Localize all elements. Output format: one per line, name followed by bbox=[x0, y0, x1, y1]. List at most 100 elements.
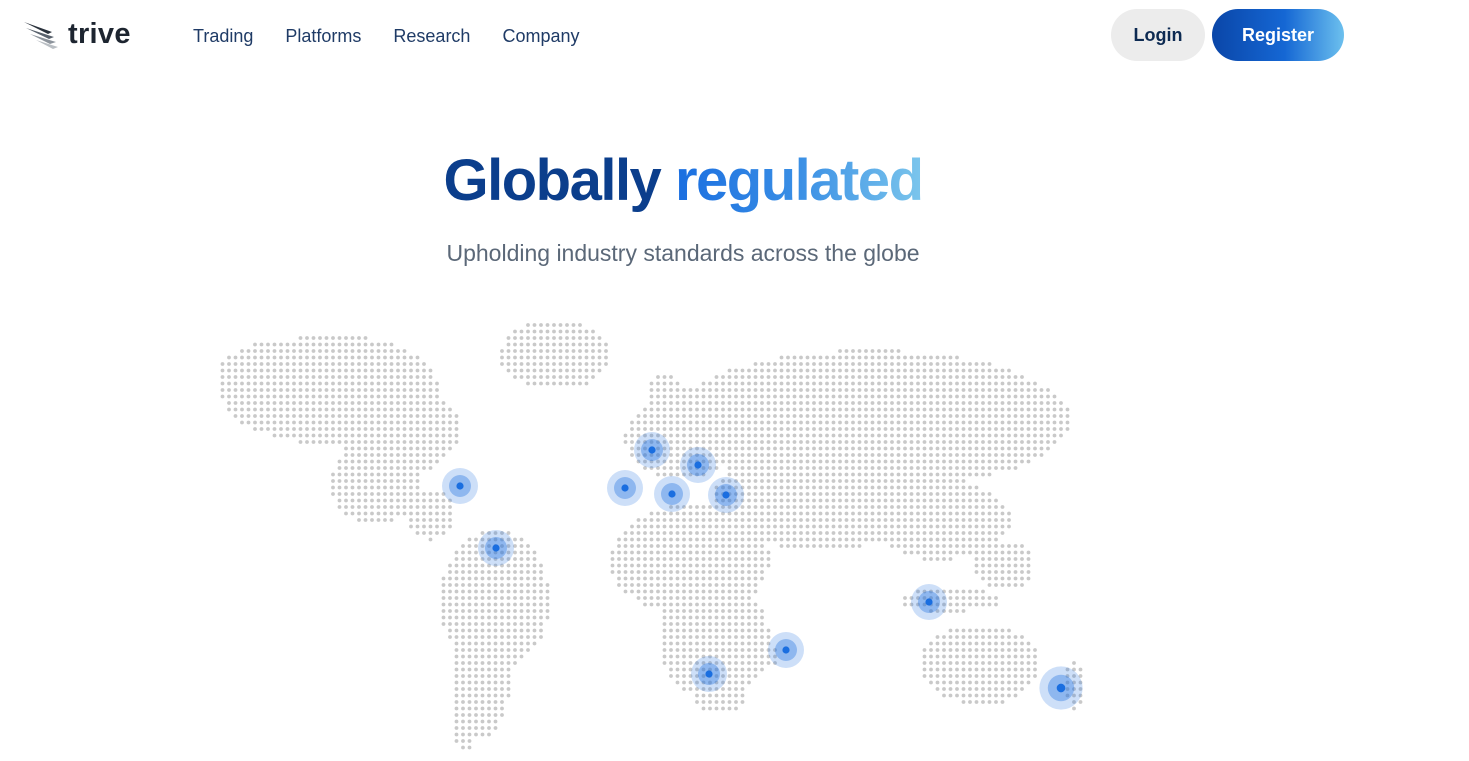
map-dot bbox=[396, 446, 400, 451]
map-dot bbox=[981, 570, 985, 574]
map-dot bbox=[942, 414, 946, 418]
location-marker-icon[interactable] bbox=[442, 468, 478, 504]
map-dot bbox=[779, 479, 784, 483]
map-dot bbox=[695, 544, 699, 548]
map-dot bbox=[877, 381, 881, 386]
map-dot bbox=[474, 615, 478, 620]
location-marker-icon[interactable] bbox=[680, 447, 716, 483]
map-dot bbox=[1013, 375, 1018, 379]
map-dot bbox=[682, 680, 686, 685]
map-dot bbox=[864, 524, 868, 529]
location-marker-icon[interactable] bbox=[708, 477, 744, 513]
map-dot bbox=[253, 342, 257, 347]
map-dot bbox=[942, 355, 946, 360]
location-marker-icon[interactable] bbox=[911, 584, 947, 620]
map-dot bbox=[870, 492, 875, 496]
map-dot bbox=[747, 661, 751, 665]
map-dot bbox=[448, 505, 452, 509]
map-dot bbox=[740, 576, 745, 581]
map-dot bbox=[565, 375, 569, 379]
map-dot bbox=[779, 427, 784, 431]
map-dot bbox=[448, 414, 452, 418]
map-dot bbox=[799, 485, 803, 490]
map-dot bbox=[357, 446, 361, 451]
map-dot bbox=[376, 472, 381, 477]
map-dot bbox=[1013, 563, 1018, 568]
map-dot bbox=[539, 583, 543, 587]
map-dot bbox=[727, 700, 732, 704]
map-dot bbox=[1000, 459, 1005, 464]
register-button[interactable]: Register bbox=[1212, 9, 1344, 61]
map-dot bbox=[337, 381, 342, 386]
map-dot bbox=[825, 492, 829, 496]
map-dot bbox=[649, 602, 654, 607]
map-dot bbox=[864, 440, 868, 444]
location-marker-icon[interactable] bbox=[478, 530, 514, 566]
brand-logo[interactable]: trive bbox=[22, 16, 131, 54]
map-dot bbox=[896, 531, 901, 535]
map-dot bbox=[545, 375, 550, 379]
map-dot bbox=[981, 498, 985, 503]
map-dot bbox=[344, 407, 348, 412]
map-dot bbox=[643, 563, 647, 568]
map-dot bbox=[428, 440, 433, 444]
map-dot bbox=[1013, 693, 1018, 698]
map-dot bbox=[344, 349, 348, 353]
map-dot bbox=[935, 635, 940, 639]
map-dot bbox=[961, 628, 966, 633]
map-dot bbox=[968, 459, 972, 464]
map-dot bbox=[344, 414, 348, 418]
location-marker-icon[interactable] bbox=[691, 656, 727, 692]
map-dot bbox=[753, 466, 758, 470]
map-dot bbox=[890, 518, 894, 522]
map-dot bbox=[1013, 635, 1018, 639]
map-dot bbox=[818, 440, 823, 444]
map-dot bbox=[467, 726, 472, 730]
map-dot bbox=[948, 427, 953, 431]
map-dot bbox=[422, 518, 426, 522]
map-dot bbox=[409, 368, 413, 373]
location-marker-icon[interactable] bbox=[607, 470, 643, 506]
map-dot bbox=[753, 589, 758, 594]
map-dot bbox=[935, 427, 940, 431]
login-button[interactable]: Login bbox=[1111, 9, 1205, 61]
map-dot bbox=[974, 485, 979, 490]
map-dot bbox=[363, 427, 368, 431]
nav-research[interactable]: Research bbox=[393, 24, 470, 48]
location-marker-icon[interactable] bbox=[634, 432, 670, 468]
map-dot bbox=[682, 654, 686, 659]
nav-company[interactable]: Company bbox=[502, 24, 579, 48]
location-marker-icon[interactable] bbox=[768, 632, 804, 668]
map-dot bbox=[857, 355, 862, 360]
map-dot bbox=[1007, 414, 1011, 418]
nav-platforms[interactable]: Platforms bbox=[285, 24, 361, 48]
map-dot bbox=[357, 485, 361, 490]
map-dot bbox=[987, 381, 992, 386]
map-dot bbox=[266, 355, 270, 360]
map-dot bbox=[922, 498, 927, 503]
map-dot bbox=[955, 518, 959, 522]
map-dot bbox=[1046, 420, 1050, 425]
map-dot bbox=[415, 375, 420, 379]
location-marker-icon[interactable] bbox=[1039, 666, 1083, 710]
map-dot bbox=[825, 498, 829, 503]
map-dot bbox=[961, 531, 966, 535]
map-dot bbox=[792, 485, 797, 490]
map-dot bbox=[350, 388, 355, 392]
map-dot bbox=[318, 427, 322, 431]
map-dot bbox=[825, 531, 829, 535]
nav-trading[interactable]: Trading bbox=[193, 24, 253, 48]
map-dot bbox=[961, 433, 966, 438]
map-dot bbox=[955, 355, 959, 360]
location-marker-icon[interactable] bbox=[654, 476, 690, 512]
map-dot bbox=[766, 407, 771, 412]
map-dot bbox=[844, 531, 849, 535]
map-dot bbox=[571, 329, 576, 334]
map-dot bbox=[454, 583, 459, 587]
map-dot bbox=[357, 459, 361, 464]
map-dot bbox=[903, 479, 907, 483]
map-dot bbox=[974, 401, 979, 405]
map-dot bbox=[324, 375, 329, 379]
map-dot bbox=[896, 427, 901, 431]
map-dot bbox=[929, 641, 933, 646]
